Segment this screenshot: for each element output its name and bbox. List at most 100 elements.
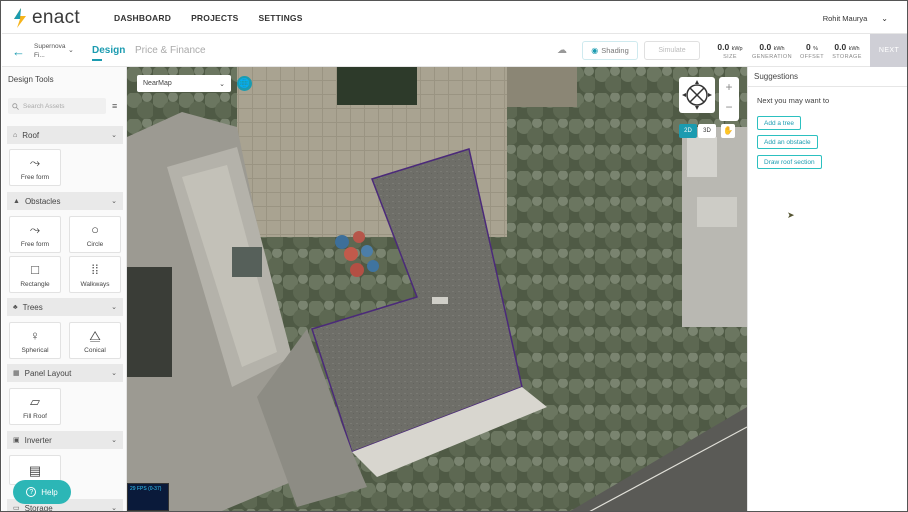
tool-obstacle-freeform[interactable]: ⤳ Free form <box>9 216 61 253</box>
section-obstacles[interactable]: ▲ Obstacles ⌄ <box>7 192 123 210</box>
stat-size-label: SIZE <box>723 54 737 60</box>
stat-size-value: 0.0 <box>717 42 730 52</box>
section-inverter-label: Inverter <box>24 435 52 445</box>
pan-hand-icon[interactable]: ✋ <box>721 124 735 138</box>
stat-generation: 0.0 kWh GENERATION <box>750 42 794 60</box>
chevron-down-icon: ⌄ <box>111 505 117 512</box>
fps-readout: 29 FPS (0-37) <box>130 486 162 492</box>
tool-fill-roof[interactable]: ▱ Fill Roof <box>9 388 61 425</box>
zoom-in-button[interactable]: + <box>719 77 739 97</box>
aerial-imagery <box>127 67 747 511</box>
next-button[interactable]: NEXT <box>870 34 907 67</box>
shading-label: Shading <box>601 46 629 55</box>
add-tree-button[interactable]: Add a tree <box>757 116 801 130</box>
chevron-down-icon: ⌄ <box>111 304 117 311</box>
tool-label: Circle <box>86 240 104 248</box>
chevron-down-icon: ⌄ <box>111 370 117 377</box>
section-roof[interactable]: ⌂ Roof ⌄ <box>7 126 123 144</box>
stat-storage-value: 0.0 <box>834 42 847 52</box>
stat-generation-value: 0.0 <box>759 42 772 52</box>
stat-storage-unit: kWh <box>848 46 860 52</box>
tool-label: Fill Roof <box>23 412 47 420</box>
conical-tree-icon: ⧋ <box>89 327 101 343</box>
chevron-down-icon: ⌄ <box>111 198 117 205</box>
section-storage-label: Storage <box>24 503 53 512</box>
divider <box>748 86 907 87</box>
tool-label: Free form <box>20 240 50 248</box>
tab-design[interactable]: Design <box>92 45 125 56</box>
tool-obstacle-walkways[interactable]: ⁞⁞ Walkways <box>69 256 121 293</box>
view-3d-button[interactable]: 3D <box>698 124 716 138</box>
zoom-controls: + − <box>719 77 739 121</box>
back-arrow-icon[interactable]: ← <box>12 44 25 59</box>
design-tools-panel: Design Tools Search Assets ≡ ⌂ Roof ⌄ ⤳ … <box>2 67 127 512</box>
cloud-sync-icon[interactable]: ☁ <box>557 45 567 56</box>
section-inverter[interactable]: ▣ Inverter ⌄ <box>7 431 123 449</box>
tool-label: Conical <box>84 346 106 354</box>
help-icon: ? <box>26 487 37 497</box>
tab-price-finance[interactable]: Price & Finance <box>135 45 206 56</box>
section-panel-layout[interactable]: ▦ Panel Layout ⌄ <box>7 364 123 382</box>
tool-tree-spherical[interactable]: ♀ Spherical <box>9 322 61 359</box>
logo-text: enact <box>32 6 80 28</box>
tool-label: Rectangle <box>20 280 50 288</box>
nav-dashboard[interactable]: DASHBOARD <box>114 13 171 23</box>
compass-control[interactable] <box>679 77 715 113</box>
stat-storage: 0.0 kWh STORAGE <box>829 42 865 60</box>
obstacle-icon: ▲ <box>13 197 20 205</box>
tool-tree-conical[interactable]: ⧋ Conical <box>69 322 121 359</box>
enact-logo-icon <box>14 7 26 28</box>
zoom-out-button[interactable]: − <box>719 97 739 117</box>
search-placeholder: Search Assets <box>23 102 65 110</box>
imagery-source-select[interactable]: NearMap ⌄ <box>137 75 231 92</box>
fill-roof-icon: ▱ <box>30 393 40 409</box>
stat-size: 0.0 kWp SIZE <box>712 42 748 60</box>
shading-button[interactable]: ◉ Shading <box>582 41 638 60</box>
inverter-icon: ▣ <box>13 437 20 444</box>
suggestions-title: Suggestions <box>754 72 799 81</box>
section-trees-label: Trees <box>22 302 43 312</box>
suggestions-prompt: Next you may want to <box>757 96 830 105</box>
chevron-down-icon: ⌄ <box>219 80 225 88</box>
search-assets-input[interactable]: Search Assets <box>8 98 106 114</box>
roof-icon: ⌂ <box>13 131 18 139</box>
section-trees[interactable]: ♣ Trees ⌄ <box>7 298 123 316</box>
view-2d-button[interactable]: 2D <box>679 124 697 138</box>
nav-settings[interactable]: SETTINGS <box>258 13 302 23</box>
inverter-device-icon: ▤ <box>28 462 42 478</box>
imagery-source-value: NearMap <box>143 80 172 87</box>
draw-roof-section-button[interactable]: Draw roof section <box>757 155 822 169</box>
chevron-down-icon: ⌄ <box>111 437 117 444</box>
project-name[interactable]: Supernova Fi... <box>34 42 68 60</box>
tool-obstacle-circle[interactable]: ○ Circle <box>69 216 121 253</box>
chevron-down-icon: ⌄ <box>881 14 888 23</box>
simulate-button[interactable]: Simulate <box>644 41 700 60</box>
chevron-down-icon: ⌄ <box>111 132 117 139</box>
fps-monitor: 29 FPS (0-37) <box>127 483 169 511</box>
nav-projects[interactable]: PROJECTS <box>191 13 238 23</box>
stat-offset-unit: % <box>813 46 818 52</box>
stat-offset-value: 0 <box>806 42 811 52</box>
user-menu[interactable]: Rohit Maurya ⌄ <box>823 14 888 23</box>
tool-label: Walkways <box>80 280 110 288</box>
list-view-icon[interactable]: ≡ <box>112 101 117 111</box>
globe-icon[interactable]: 🌐 <box>237 76 252 91</box>
freeform-icon: ⤳ <box>29 154 41 170</box>
user-name: Rohit Maurya <box>822 14 868 23</box>
tool-obstacle-rectangle[interactable]: □ Rectangle <box>9 256 61 293</box>
logo[interactable]: enact <box>12 7 102 29</box>
mouse-cursor-icon: ➤ <box>787 210 795 220</box>
spherical-tree-icon: ♀ <box>30 327 40 343</box>
walkway-icon: ⁞⁞ <box>91 261 99 277</box>
search-icon <box>12 102 19 110</box>
stat-offset: 0 % OFFSET <box>797 42 827 60</box>
help-button[interactable]: ? Help <box>13 480 71 504</box>
section-panel-layout-label: Panel Layout <box>24 368 72 378</box>
satellite-map-canvas[interactable]: NearMap ⌄ 🌐 + − 2D 3D ✋ 29 FPS (0-37) <box>127 67 747 511</box>
suggestions-panel: Suggestions Next you may want to Add a t… <box>747 67 907 511</box>
add-obstacle-button[interactable]: Add an obstacle <box>757 135 818 149</box>
project-chevron-icon[interactable]: ⌄ <box>68 46 74 54</box>
tree-icon: ♣ <box>13 303 18 311</box>
rectangle-icon: □ <box>31 261 39 277</box>
tool-roof-freeform[interactable]: ⤳ Free form <box>9 149 61 186</box>
